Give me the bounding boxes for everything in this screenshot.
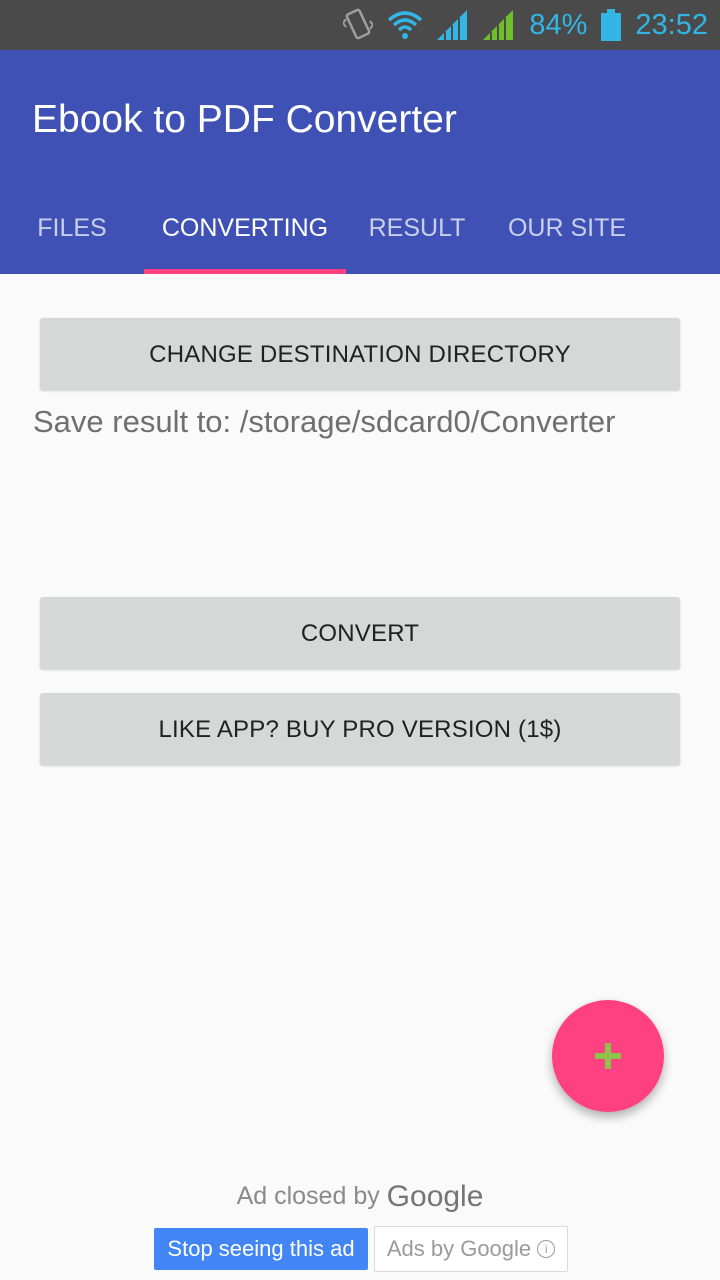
app-title: Ebook to PDF Converter [32, 98, 457, 141]
wifi-icon [388, 11, 423, 39]
tab-result[interactable]: RESULT [346, 190, 488, 274]
change-destination-directory-button[interactable]: CHANGE DESTINATION DIRECTORY [40, 318, 680, 390]
clock: 23:52 [635, 8, 708, 41]
add-fab-button[interactable] [552, 1000, 664, 1112]
vibrate-icon [343, 8, 374, 40]
stop-seeing-ad-button[interactable]: Stop seeing this ad [154, 1228, 368, 1270]
app-bar: Ebook to PDF Converter FILES CONVERTING … [0, 50, 720, 274]
tab-files[interactable]: FILES [0, 190, 144, 274]
plus-icon [595, 1043, 621, 1069]
signal-icon [437, 10, 468, 40]
buy-pro-button[interactable]: LIKE APP? BUY PRO VERSION (1$) [40, 693, 680, 765]
tab-our-site[interactable]: OUR SITE [488, 190, 646, 274]
convert-button[interactable]: CONVERT [40, 597, 680, 669]
status-icons: 84% 23:52 [343, 0, 708, 50]
ad-closed-text: Ad closed by Google [0, 1180, 720, 1214]
save-result-path: Save result to: /storage/sdcard0/Convert… [33, 404, 616, 439]
battery-percent: 84% [529, 8, 588, 41]
tab-converting[interactable]: CONVERTING [144, 190, 346, 274]
battery-icon [601, 9, 622, 41]
active-tab-indicator [144, 269, 346, 274]
ad-closed-prefix: Ad closed by [236, 1182, 380, 1210]
ads-by-google-button[interactable]: Ads by Google i [374, 1226, 568, 1272]
status-bar: 84% 23:52 [0, 0, 720, 50]
info-icon: i [537, 1240, 556, 1258]
tab-bar: FILES CONVERTING RESULT OUR SITE [0, 190, 720, 274]
ads-by-google-label: Ads by Google [386, 1236, 532, 1261]
signal-icon [483, 10, 514, 40]
google-logo: Google [386, 1180, 484, 1213]
